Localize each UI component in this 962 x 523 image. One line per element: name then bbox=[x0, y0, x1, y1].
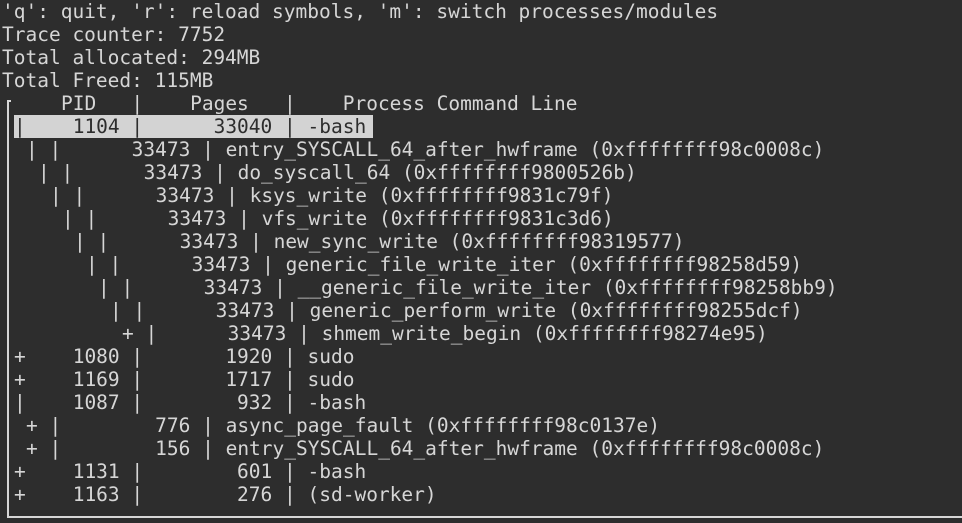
table-column-header: PID | Pages | Process Command Line bbox=[14, 92, 578, 115]
total-freed: Total Freed: 115MB bbox=[2, 69, 214, 92]
table-row-selected[interactable]: | 1104 | 33040 | -bash bbox=[14, 115, 373, 138]
table-border-bottom bbox=[7, 516, 962, 518]
table-border-left bbox=[7, 100, 9, 518]
table-row[interactable]: | | 33473 | new_sync_write (0xffffffff98… bbox=[74, 230, 684, 253]
table-row[interactable]: | | 33473 | generic_file_write_iter (0xf… bbox=[86, 253, 802, 276]
table-row[interactable]: + 1169 | 1717 | sudo bbox=[14, 368, 354, 391]
table-row[interactable]: + | 776 | async_page_fault (0xffffffff98… bbox=[26, 414, 660, 437]
table-row[interactable]: + 1131 | 601 | -bash bbox=[14, 460, 366, 483]
table-row[interactable]: | | 33473 | entry_SYSCALL_64_after_hwfra… bbox=[26, 138, 824, 161]
table-row[interactable]: | | 33473 | do_syscall_64 (0xffffffff980… bbox=[38, 161, 637, 184]
help-line: 'q': quit, 'r': reload symbols, 'm': swi… bbox=[2, 0, 719, 23]
table-row[interactable]: | | 33473 | vfs_write (0xffffffff9831c3d… bbox=[62, 207, 614, 230]
table-row[interactable]: | | 33473 | generic_perform_write (0xfff… bbox=[110, 299, 803, 322]
table-row[interactable]: + 1080 | 1920 | sudo bbox=[14, 345, 354, 368]
table-row[interactable]: + | 33473 | shmem_write_begin (0xfffffff… bbox=[122, 322, 768, 345]
table-row[interactable]: + | 156 | entry_SYSCALL_64_after_hwframe… bbox=[26, 437, 824, 460]
table-row[interactable]: | 1087 | 932 | -bash bbox=[14, 391, 366, 414]
trace-counter: Trace counter: 7752 bbox=[2, 23, 226, 46]
table-row[interactable]: | | 33473 | __generic_file_write_iter (0… bbox=[98, 276, 838, 299]
total-allocated: Total allocated: 294MB bbox=[2, 46, 261, 69]
table-row[interactable]: | | 33473 | ksys_write (0xffffffff9831c7… bbox=[50, 184, 614, 207]
table-row[interactable]: + 1163 | 276 | (sd-worker) bbox=[14, 483, 437, 506]
